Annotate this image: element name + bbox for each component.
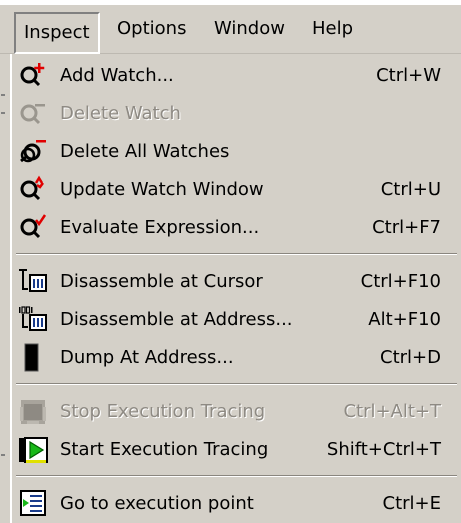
- menu-item-label: Disassemble at Address...: [60, 309, 293, 330]
- menu-item-add-watch[interactable]: Add Watch... Ctrl+W: [12, 57, 461, 95]
- menu-item-shortcut: Ctrl+F7: [372, 217, 441, 238]
- start-tracing-icon: [19, 437, 48, 463]
- delete-watch-icon: [20, 104, 45, 125]
- execution-point-icon: [20, 490, 46, 516]
- menu-options[interactable]: Options: [117, 5, 186, 53]
- menu-separator: [16, 475, 457, 477]
- menu-item-shortcut: Ctrl+Alt+T: [343, 401, 441, 422]
- menu-item-label: Disassemble at Cursor: [60, 271, 263, 292]
- menu-item-shortcut: Ctrl+W: [376, 65, 441, 86]
- inspect-dropdown-menu: Add Watch... Ctrl+W Delete Watch Delete …: [10, 54, 461, 523]
- menu-separator: [16, 253, 457, 255]
- menu-item-disassemble-at-cursor[interactable]: Disassemble at Cursor Ctrl+F10: [12, 263, 461, 301]
- menu-item-label: Add Watch...: [60, 65, 174, 86]
- menu-item-label: Start Execution Tracing: [60, 439, 269, 460]
- menu-item-label: Go to execution point: [60, 493, 254, 514]
- menu-inspect[interactable]: Inspect: [14, 12, 100, 54]
- menu-window[interactable]: Window: [214, 5, 285, 53]
- disassemble-cursor-icon: [19, 269, 47, 292]
- menu-item-label: Dump At Address...: [60, 347, 234, 368]
- stop-tracing-icon: [20, 400, 46, 424]
- menu-item-go-to-execution-point[interactable]: Go to execution point Ctrl+E: [12, 485, 461, 523]
- menu-bar: Inspect Options Window Help: [0, 5, 461, 54]
- menu-item-shortcut: Ctrl+F10: [360, 271, 441, 292]
- background-window-edge: [0, 54, 10, 523]
- update-watch-window-icon: [20, 175, 44, 201]
- menu-item-label: Stop Execution Tracing: [60, 401, 266, 422]
- evaluate-expression-icon: [20, 214, 47, 239]
- menu-help[interactable]: Help: [312, 5, 353, 53]
- menu-item-label: Delete Watch: [60, 103, 181, 124]
- menu-item-delete-watch[interactable]: Delete Watch: [12, 95, 461, 133]
- menu-item-label: Update Watch Window: [60, 179, 264, 200]
- menu-item-shortcut: Alt+F10: [368, 309, 441, 330]
- menu-item-dump-at-address[interactable]: Dump At Address... Ctrl+D: [12, 339, 461, 377]
- delete-all-watches-icon: [20, 140, 46, 163]
- menu-item-delete-all-watches[interactable]: Delete All Watches: [12, 133, 461, 171]
- dump-address-icon: [24, 343, 39, 372]
- menu-item-shortcut: Ctrl+D: [380, 347, 441, 368]
- menu-item-start-execution-tracing[interactable]: Start Execution Tracing Shift+Ctrl+T: [12, 431, 461, 469]
- menu-item-update-watch-window[interactable]: Update Watch Window Ctrl+U: [12, 171, 461, 209]
- menu-item-label: Evaluate Expression...: [60, 217, 260, 238]
- menu-item-shortcut: Shift+Ctrl+T: [326, 439, 441, 460]
- menu-item-label: Delete All Watches: [60, 141, 230, 162]
- disassemble-address-icon: [19, 306, 47, 331]
- menu-item-disassemble-at-address[interactable]: Disassemble at Address... Alt+F10: [12, 301, 461, 339]
- add-watch-icon: [20, 63, 45, 87]
- menu-item-evaluate-expression[interactable]: Evaluate Expression... Ctrl+F7: [12, 209, 461, 247]
- menu-separator: [16, 383, 457, 385]
- menu-item-shortcut: Ctrl+U: [380, 179, 441, 200]
- menu-item-stop-execution-tracing[interactable]: Stop Execution Tracing Ctrl+Alt+T: [12, 393, 461, 431]
- menu-item-shortcut: Ctrl+E: [382, 493, 441, 514]
